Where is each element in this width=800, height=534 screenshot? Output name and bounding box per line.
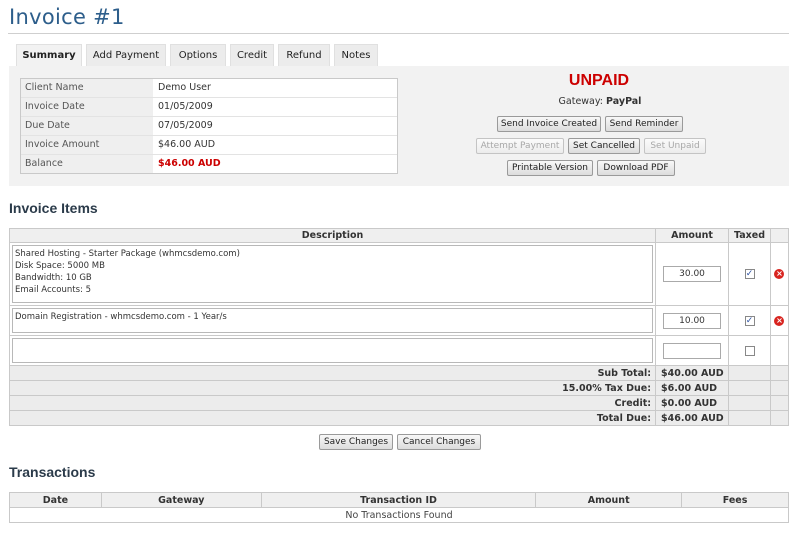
tab-credit[interactable]: Credit bbox=[230, 44, 274, 66]
total-label: Total Due: bbox=[8, 410, 657, 426]
tax-row: 15.00% Tax Due: $6.00 AUD bbox=[8, 380, 790, 396]
attempt-payment-button[interactable]: Attempt Payment bbox=[476, 138, 564, 154]
info-label: Balance bbox=[21, 155, 153, 173]
info-value: $46.00 AUD bbox=[158, 139, 216, 150]
info-value: 01/05/2009 bbox=[158, 101, 213, 112]
delete-icon[interactable]: × bbox=[774, 269, 785, 279]
total-value: $0.00 AUD bbox=[655, 395, 730, 411]
send-invoice-created-button[interactable]: Send Invoice Created bbox=[497, 116, 601, 132]
description-textarea[interactable]: Shared Hosting - Starter Package (whmcsd… bbox=[12, 245, 654, 303]
invoice-items-heading: Invoice Items bbox=[9, 200, 98, 216]
total-label: Sub Total: bbox=[8, 365, 657, 381]
description-textarea[interactable]: Domain Registration - whmcsdemo.com - 1 … bbox=[12, 308, 654, 333]
total-label: Credit: bbox=[8, 395, 657, 411]
col-amount: Amount bbox=[655, 228, 730, 243]
info-row-client: Client Name Demo User bbox=[21, 79, 397, 98]
info-label: Invoice Date bbox=[21, 98, 153, 116]
table-row bbox=[8, 335, 790, 366]
total-value: $40.00 AUD bbox=[655, 365, 730, 381]
col-amount: Amount bbox=[535, 492, 683, 508]
save-changes-button[interactable]: Save Changes bbox=[319, 434, 393, 450]
printable-version-button[interactable]: Printable Version bbox=[507, 160, 593, 176]
delete-icon[interactable]: × bbox=[774, 315, 785, 326]
total-value: $46.00 AUD bbox=[655, 410, 730, 426]
tab-add-payment[interactable]: Add Payment bbox=[86, 44, 166, 66]
info-label: Invoice Amount bbox=[21, 136, 153, 154]
invoice-info-table: Client Name Demo User Invoice Date 01/05… bbox=[20, 78, 398, 174]
credit-row: Credit: $0.00 AUD bbox=[8, 395, 790, 411]
col-description: Description bbox=[8, 228, 657, 243]
set-cancelled-button[interactable]: Set Cancelled bbox=[568, 138, 640, 154]
status-badge: UNPAID bbox=[568, 72, 630, 89]
col-date: Date bbox=[9, 492, 102, 508]
info-value: 07/05/2009 bbox=[158, 120, 213, 131]
tab-summary[interactable]: Summary bbox=[16, 44, 82, 68]
cancel-changes-button[interactable]: Cancel Changes bbox=[397, 434, 481, 450]
info-row-balance: Balance $46.00 AUD bbox=[21, 155, 397, 174]
taxed-checkbox[interactable]: ✓ bbox=[744, 269, 755, 279]
col-transaction-id: Transaction ID bbox=[260, 492, 537, 508]
tab-refund[interactable]: Refund bbox=[278, 44, 330, 66]
set-unpaid-button[interactable]: Set Unpaid bbox=[644, 138, 706, 154]
transactions-table: Date Gateway Transaction ID Amount Fees … bbox=[9, 492, 789, 523]
download-pdf-button[interactable]: Download PDF bbox=[597, 160, 675, 176]
gateway-label: Gateway: bbox=[558, 96, 604, 107]
send-reminder-button[interactable]: Send Reminder bbox=[605, 116, 683, 132]
total-label: 15.00% Tax Due: bbox=[8, 380, 657, 396]
invoice-items-table: Description Amount Taxed Shared Hosting … bbox=[8, 228, 790, 426]
info-label: Client Name bbox=[21, 79, 153, 97]
taxed-checkbox[interactable]: ✓ bbox=[744, 315, 755, 326]
transactions-heading: Transactions bbox=[9, 464, 96, 480]
title-divider bbox=[8, 33, 789, 34]
col-actions bbox=[769, 228, 790, 243]
info-value: Demo User bbox=[158, 82, 211, 93]
empty-transactions-message: No Transactions Found bbox=[9, 507, 789, 523]
total-due-row: Total Due: $46.00 AUD bbox=[8, 410, 790, 426]
amount-input[interactable] bbox=[663, 342, 722, 359]
col-gateway: Gateway bbox=[100, 492, 262, 508]
balance-value: $46.00 AUD bbox=[158, 158, 221, 169]
info-row-due-date: Due Date 07/05/2009 bbox=[21, 117, 397, 136]
page-title: Invoice #1 bbox=[9, 5, 125, 29]
info-label: Due Date bbox=[21, 117, 153, 135]
tab-notes[interactable]: Notes bbox=[334, 44, 378, 66]
gateway-value: PayPal bbox=[606, 96, 642, 107]
info-row-invoice-date: Invoice Date 01/05/2009 bbox=[21, 98, 397, 117]
taxed-checkbox[interactable] bbox=[744, 345, 755, 356]
subtotal-row: Sub Total: $40.00 AUD bbox=[8, 365, 790, 381]
total-value: $6.00 AUD bbox=[655, 380, 730, 396]
amount-input[interactable]: 10.00 bbox=[663, 312, 722, 329]
amount-input[interactable]: 30.00 bbox=[663, 266, 722, 282]
info-row-invoice-amount: Invoice Amount $46.00 AUD bbox=[21, 136, 397, 155]
table-row: Domain Registration - whmcsdemo.com - 1 … bbox=[8, 305, 790, 336]
table-row: Shared Hosting - Starter Package (whmcsd… bbox=[8, 242, 790, 306]
tab-options[interactable]: Options bbox=[170, 44, 226, 66]
col-taxed: Taxed bbox=[728, 228, 771, 243]
description-textarea[interactable] bbox=[12, 338, 654, 363]
gateway-line: Gateway: PayPal bbox=[530, 96, 670, 107]
col-fees: Fees bbox=[681, 492, 789, 508]
